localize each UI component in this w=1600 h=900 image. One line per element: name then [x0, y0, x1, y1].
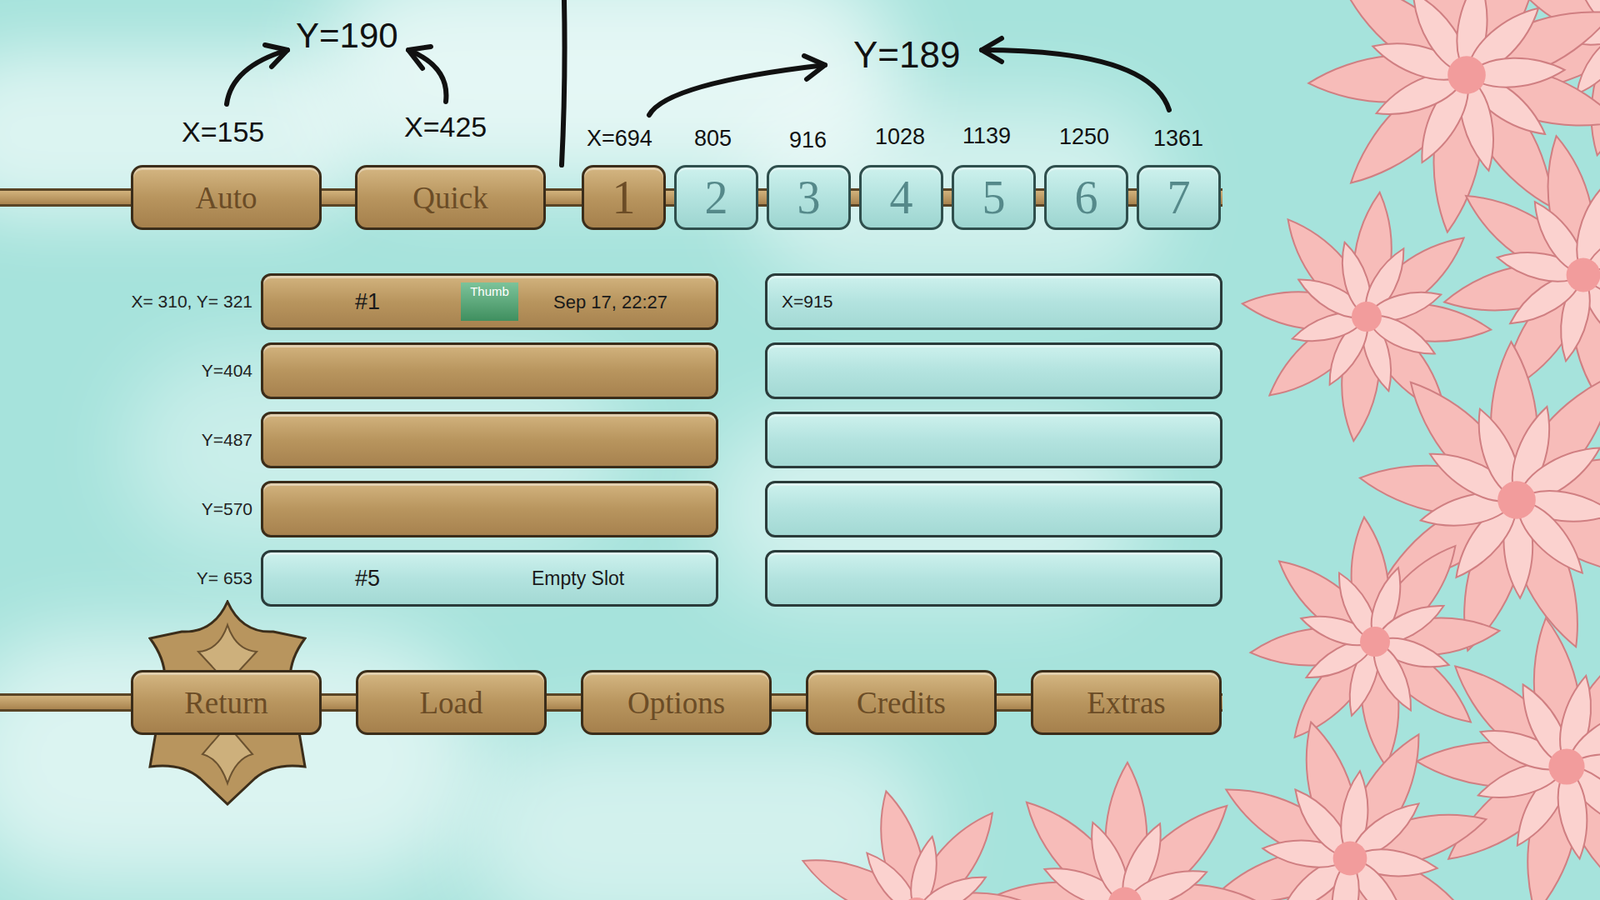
- auto-button[interactable]: Auto: [130, 165, 322, 230]
- coordinate-note: Y=189: [853, 36, 960, 74]
- menu-button[interactable]: Extras: [1030, 670, 1222, 735]
- coordinate-note: 1250: [1059, 125, 1110, 149]
- row-label: Y=487: [0, 426, 261, 454]
- slot-number: #1: [355, 285, 461, 320]
- menu-item: Load: [355, 670, 547, 735]
- page-tab[interactable]: 5: [951, 165, 1036, 230]
- save-slot[interactable]: [765, 342, 1223, 400]
- slot-row: Y=570: [0, 480, 1600, 538]
- save-slots: X= 310, Y= 321 #1Thumb Sep 17, 22:27 X=915 Y…: [0, 273, 1600, 607]
- page-tab[interactable]: 6: [1044, 165, 1129, 230]
- row-label: Y= 653: [0, 565, 261, 592]
- coordinate-note: 805: [694, 127, 732, 150]
- save-screen: Auto Quick 1234567 X= 310, Y= 321 #1Thumb Sep…: [0, 0, 1600, 735]
- coordinate-note: 1028: [875, 125, 925, 149]
- coordinate-note: Y=190: [295, 18, 399, 54]
- save-slot[interactable]: [260, 411, 719, 469]
- slot-date: Sep 17, 22:27: [553, 288, 668, 316]
- save-slot[interactable]: [765, 550, 1223, 607]
- menu-item: Options: [580, 670, 772, 735]
- menu-button[interactable]: Credits: [805, 670, 997, 735]
- coordinate-note: 916: [789, 129, 827, 152]
- slot-number: #5: [355, 561, 461, 596]
- slot-row: Y= 653 #5 Empty Slot: [0, 550, 1600, 607]
- save-slot[interactable]: #5 Empty Slot: [260, 550, 719, 607]
- row-label: X= 310, Y= 321: [0, 288, 261, 315]
- row-label: Y=570: [0, 495, 261, 523]
- page-tab[interactable]: 1: [581, 165, 666, 230]
- row-label: Y=404: [0, 357, 261, 385]
- page-tabs: 1234567: [581, 165, 1221, 230]
- page-tab[interactable]: 4: [859, 165, 944, 230]
- page-tab[interactable]: 3: [766, 165, 851, 230]
- save-slot[interactable]: #1Thumb Sep 17, 22:27: [260, 273, 719, 330]
- menu-item: Return: [130, 670, 322, 735]
- coordinate-note: 1361: [1153, 127, 1204, 150]
- save-slot[interactable]: [260, 480, 719, 538]
- coordinate-note: X=425: [404, 112, 487, 141]
- menu-item: Extras: [1030, 670, 1222, 735]
- menu-item: Credits: [805, 670, 997, 735]
- menu-button[interactable]: Load: [355, 670, 547, 735]
- slot-row: X= 310, Y= 321 #1Thumb Sep 17, 22:27 X=915: [0, 273, 1600, 330]
- quick-button[interactable]: Quick: [355, 165, 546, 230]
- slot-note: X=915: [781, 288, 833, 315]
- save-slot[interactable]: [260, 342, 719, 400]
- slot-status: Empty Slot: [531, 564, 625, 594]
- coordinate-note: X=694: [586, 127, 653, 150]
- save-slot[interactable]: X=915: [765, 273, 1223, 330]
- top-bar: Auto Quick 1234567: [0, 165, 1600, 230]
- coordinate-note: 1139: [962, 125, 1011, 148]
- coordinate-note: X=155: [181, 117, 265, 146]
- bottom-bar: Return Load Options Credits Extras: [0, 670, 1600, 735]
- slot-row: Y=487: [0, 411, 1600, 469]
- save-slot[interactable]: [765, 480, 1223, 538]
- page-tab[interactable]: 7: [1136, 165, 1221, 230]
- page-tab[interactable]: 2: [674, 165, 759, 230]
- slot-row: Y=404: [0, 342, 1600, 400]
- menu-button[interactable]: Return: [130, 670, 322, 735]
- slot-thumbnail: Thumb: [460, 282, 519, 321]
- menu-button[interactable]: Options: [580, 670, 772, 735]
- save-slot[interactable]: [765, 411, 1223, 469]
- mode-buttons: Auto Quick: [130, 165, 546, 230]
